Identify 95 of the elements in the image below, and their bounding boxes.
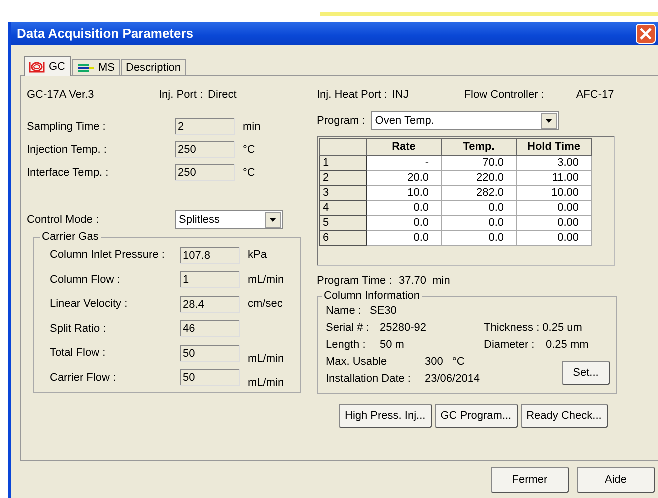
table-cell[interactable]: 3.00 bbox=[516, 156, 592, 170]
unit-label: °C bbox=[243, 144, 256, 156]
thickness-text: Thickness : 0.25 um bbox=[484, 322, 582, 334]
table-cell[interactable]: 0.0 bbox=[442, 200, 516, 216]
field-label: Injection Temp. : bbox=[27, 144, 108, 156]
row-header: 4 bbox=[320, 200, 366, 216]
table-cell[interactable]: 70.0 bbox=[442, 156, 516, 170]
table-cell[interactable]: 10.00 bbox=[516, 186, 592, 200]
input-field[interactable]: 50 bbox=[180, 344, 240, 362]
column-header: Temp. bbox=[442, 138, 516, 156]
model-label: GC-17A Ver.3 bbox=[27, 89, 96, 101]
tab[interactable]: MS bbox=[72, 59, 120, 75]
table-cell[interactable]: 220.0 bbox=[442, 170, 516, 186]
group-title: Column Information bbox=[323, 290, 421, 302]
heat-port-label: Inj. Heat Port : bbox=[317, 89, 388, 101]
input-field[interactable]: 107.8 bbox=[180, 246, 240, 264]
header-corner bbox=[320, 138, 366, 156]
window-title: Data Acquisition Parameters bbox=[17, 26, 194, 41]
table-cell[interactable]: 282.0 bbox=[442, 186, 516, 200]
info-label: Max. Usable bbox=[326, 356, 388, 368]
action-button[interactable]: High Press. Inj... bbox=[339, 404, 432, 428]
field-label: Carrier Flow : bbox=[50, 372, 118, 384]
table-cell[interactable]: 10.0 bbox=[366, 186, 442, 200]
detector-icon bbox=[76, 62, 94, 72]
info-label: Diameter : bbox=[484, 338, 536, 350]
table-cell[interactable]: 20.0 bbox=[366, 170, 442, 186]
table-cell[interactable]: 0.0 bbox=[442, 230, 516, 246]
input-field[interactable]: 250 bbox=[175, 164, 235, 181]
action-button[interactable]: GC Program... bbox=[434, 404, 518, 428]
column-header: Rate bbox=[366, 138, 442, 156]
table-cell[interactable]: 0.00 bbox=[516, 200, 592, 216]
info-value: 50 m bbox=[380, 338, 406, 350]
row-header: 6 bbox=[320, 230, 366, 246]
group-title: Carrier Gas bbox=[41, 231, 100, 243]
info-value: 25280-92 bbox=[380, 322, 428, 334]
unit-label: mL/min bbox=[248, 352, 284, 364]
flow-controller-label: Flow Controller : bbox=[464, 89, 546, 101]
input-field[interactable]: 46 bbox=[180, 320, 240, 338]
field-label: Linear Velocity : bbox=[50, 298, 129, 310]
input-field[interactable]: 250 bbox=[175, 141, 235, 158]
column-header: Hold Time bbox=[516, 138, 592, 156]
tab[interactable]: Description bbox=[121, 59, 186, 75]
field-label: Column Inlet Pressure : bbox=[50, 249, 166, 262]
unit-label: min bbox=[243, 120, 261, 132]
info-value: 0.25 mm bbox=[546, 338, 589, 350]
program-time-label: Program Time : bbox=[317, 275, 394, 287]
field-label: Sampling Time : bbox=[27, 120, 107, 132]
heat-port-value: INJ bbox=[392, 89, 410, 101]
unit-label: mL/min bbox=[248, 274, 284, 286]
coil-icon bbox=[29, 60, 45, 72]
tab[interactable]: GC bbox=[24, 56, 70, 76]
field-label: Total Flow : bbox=[50, 347, 107, 360]
close-icon[interactable] bbox=[636, 24, 656, 44]
input-field[interactable]: 1 bbox=[180, 271, 240, 288]
unit-label: mL/min bbox=[248, 377, 284, 389]
row-header: 3 bbox=[320, 186, 366, 200]
info-label: Length : bbox=[326, 338, 367, 350]
dialog-button[interactable]: Aide bbox=[577, 467, 655, 493]
field-label: Interface Temp. : bbox=[27, 166, 110, 178]
table-cell[interactable]: 0.00 bbox=[516, 230, 592, 246]
table-cell[interactable]: 0.0 bbox=[366, 200, 442, 216]
table-cell[interactable]: 11.00 bbox=[516, 170, 592, 186]
action-button[interactable]: Ready Check... bbox=[520, 404, 608, 428]
field-label: Split Ratio : bbox=[50, 322, 108, 335]
dialog-button[interactable]: Fermer bbox=[491, 467, 569, 493]
program-label: Program : bbox=[317, 114, 366, 126]
control-mode-dropdown[interactable]: Splitless bbox=[175, 210, 283, 229]
row-header: 1 bbox=[320, 156, 366, 170]
table-cell[interactable]: 0.0 bbox=[366, 216, 442, 230]
table-cell[interactable]: - bbox=[366, 156, 442, 170]
info-value: 23/06/2014 bbox=[425, 372, 480, 384]
program-time-value: 37.70 min bbox=[399, 275, 450, 287]
info-label: Serial # : bbox=[326, 322, 370, 334]
inj-port-value: Direct bbox=[208, 89, 237, 101]
row-header: 5 bbox=[320, 216, 366, 230]
field-label: Column Flow : bbox=[50, 274, 122, 286]
row-header: 2 bbox=[320, 170, 366, 186]
info-label: Name : bbox=[326, 304, 362, 316]
input-field[interactable]: 28.4 bbox=[180, 296, 240, 313]
unit-label: kPa bbox=[248, 249, 267, 262]
info-value: 300 °C bbox=[425, 356, 465, 368]
input-field[interactable]: 2 bbox=[175, 118, 235, 135]
table-cell[interactable]: 0.0 bbox=[366, 230, 442, 246]
info-value: SE30 bbox=[370, 304, 397, 316]
input-field[interactable]: 50 bbox=[180, 369, 240, 386]
table-cell[interactable]: 0.0 bbox=[442, 216, 516, 230]
program-dropdown[interactable]: Oven Temp. bbox=[371, 111, 560, 130]
info-label: Installation Date : bbox=[326, 372, 412, 384]
inj-port-label: Inj. Port : bbox=[159, 89, 204, 101]
flow-controller-value: AFC-17 bbox=[576, 89, 614, 101]
unit-label: °C bbox=[243, 166, 256, 178]
table-cell[interactable]: 0.00 bbox=[516, 216, 592, 230]
set-button[interactable]: Set... bbox=[562, 361, 610, 385]
control-mode-label: Control Mode : bbox=[27, 214, 100, 226]
unit-label: cm/sec bbox=[248, 298, 283, 310]
